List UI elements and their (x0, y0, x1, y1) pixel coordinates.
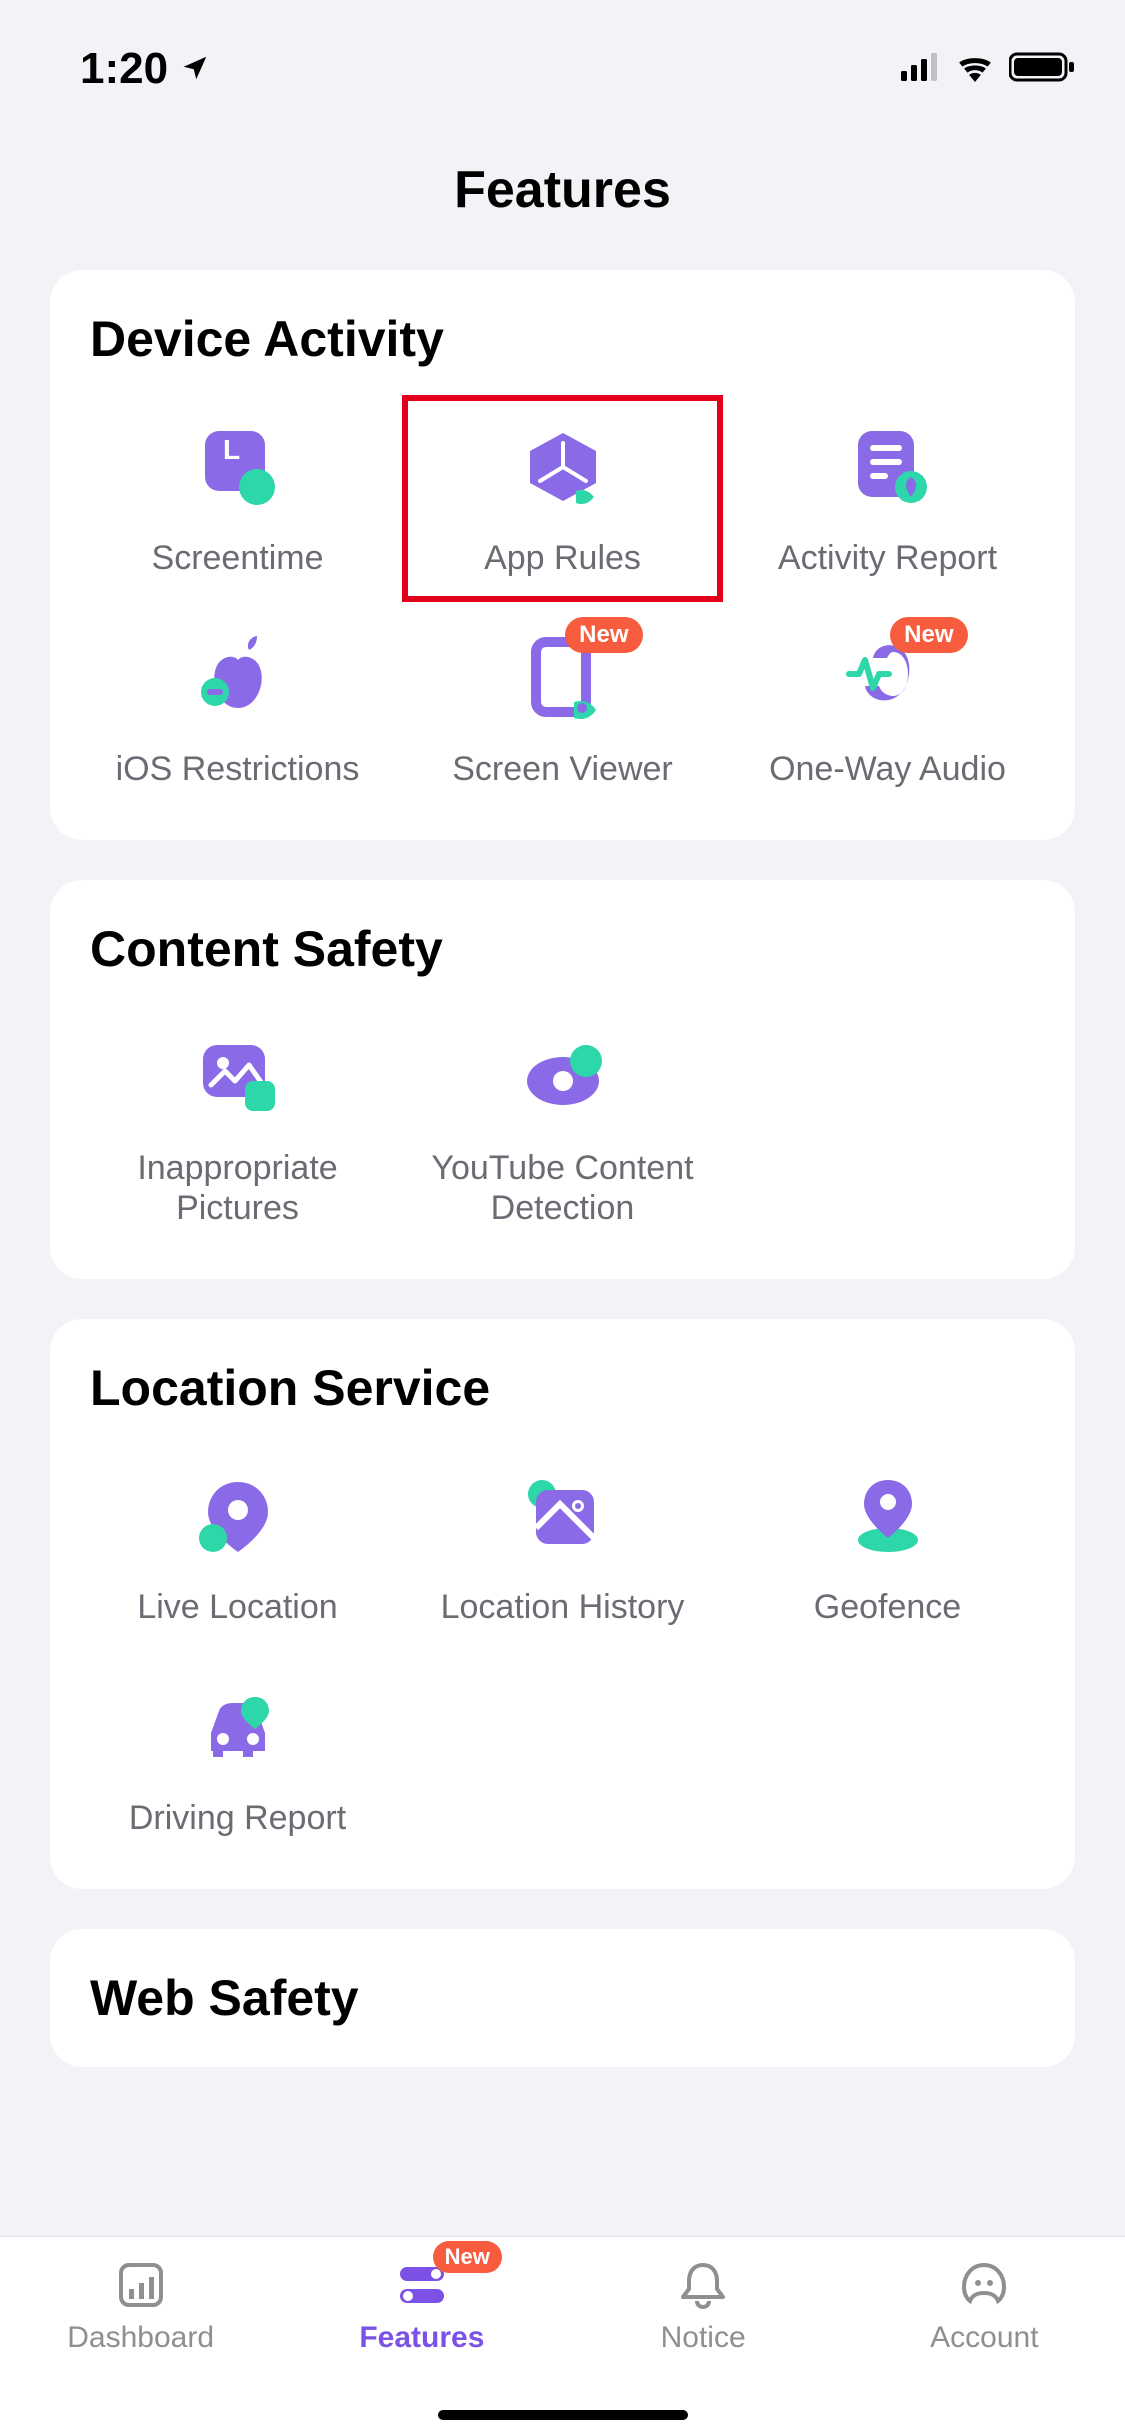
section-location-service: Location Service Live Location Location … (50, 1319, 1075, 1889)
feature-driving-report[interactable]: Driving Report (80, 1658, 395, 1859)
geofence-icon (838, 1467, 938, 1567)
feature-location-history[interactable]: Location History (405, 1447, 720, 1648)
feature-label: Location History (441, 1587, 685, 1628)
inappropriate-pictures-icon (188, 1028, 288, 1128)
tab-account[interactable]: Account (884, 2257, 1084, 2355)
new-badge: New (890, 617, 967, 653)
status-time-wrap: 1:20 (80, 44, 210, 94)
feature-inappropriate-pictures[interactable]: Inappropriate Pictures (80, 1008, 395, 1250)
cellular-signal-icon (901, 53, 941, 86)
location-arrow-icon (180, 44, 210, 94)
content-safety-grid: Inappropriate Pictures YouTube Content D… (80, 1008, 1045, 1250)
feature-label: Driving Report (129, 1798, 346, 1839)
driving-report-icon (188, 1678, 288, 1778)
feature-one-way-audio[interactable]: New One-Way Audio (730, 609, 1045, 810)
one-way-audio-icon: New (838, 629, 938, 729)
section-title-content-safety: Content Safety (90, 920, 1045, 978)
app-rules-icon (513, 418, 613, 518)
home-indicator[interactable] (438, 2410, 688, 2420)
section-title-device-activity: Device Activity (90, 310, 1045, 368)
feature-screen-viewer[interactable]: New Screen Viewer (405, 609, 720, 810)
feature-label: iOS Restrictions (116, 749, 360, 790)
youtube-detection-icon (513, 1028, 613, 1128)
section-web-safety: Web Safety (50, 1929, 1075, 2067)
tab-dashboard[interactable]: Dashboard (41, 2257, 241, 2355)
svg-text:L: L (223, 434, 240, 465)
feature-label: Screentime (152, 538, 324, 579)
device-activity-grid: L Screentime App Rules Activity Report i… (80, 398, 1045, 810)
tab-label: Account (930, 2321, 1038, 2355)
feature-live-location[interactable]: Live Location (80, 1447, 395, 1648)
new-badge: New (433, 2241, 502, 2273)
feature-app-rules[interactable]: App Rules (405, 398, 720, 599)
section-content-safety: Content Safety Inappropriate Pictures Yo… (50, 880, 1075, 1280)
section-device-activity: Device Activity L Screentime App Rules A… (50, 270, 1075, 840)
page-title: Features (0, 160, 1125, 220)
tab-features[interactable]: New Features (322, 2257, 522, 2355)
screen-viewer-icon: New (513, 629, 613, 729)
status-time: 1:20 (80, 44, 168, 94)
status-right (901, 51, 1075, 88)
tab-label: Dashboard (67, 2321, 214, 2355)
feature-activity-report[interactable]: Activity Report (730, 398, 1045, 599)
tab-label: Features (359, 2321, 484, 2355)
feature-label: Activity Report (778, 538, 997, 579)
status-bar: 1:20 (0, 0, 1125, 100)
location-service-grid: Live Location Location History Geofence … (80, 1447, 1045, 1859)
location-history-icon (513, 1467, 613, 1567)
feature-label: YouTube Content Detection (423, 1148, 703, 1230)
feature-label: Screen Viewer (452, 749, 673, 790)
live-location-icon (188, 1467, 288, 1567)
section-title-location-service: Location Service (90, 1359, 1045, 1417)
feature-label: One-Way Audio (769, 749, 1006, 790)
activity-report-icon (838, 418, 938, 518)
new-badge: New (565, 617, 642, 653)
feature-ios-restrictions[interactable]: iOS Restrictions (80, 609, 395, 810)
dashboard-icon (113, 2257, 169, 2313)
notice-icon (675, 2257, 731, 2313)
feature-screentime[interactable]: L Screentime (80, 398, 395, 599)
feature-geofence[interactable]: Geofence (730, 1447, 1045, 1648)
wifi-icon (955, 52, 995, 87)
feature-label: App Rules (484, 538, 641, 579)
screentime-icon: L (188, 418, 288, 518)
feature-label: Inappropriate Pictures (98, 1148, 378, 1230)
account-icon (956, 2257, 1012, 2313)
ios-restrictions-icon (188, 629, 288, 729)
feature-youtube-detection[interactable]: YouTube Content Detection (405, 1008, 720, 1250)
feature-label: Geofence (814, 1587, 961, 1628)
tabbar: Dashboard New Features Notice Account (0, 2236, 1125, 2436)
battery-icon (1009, 51, 1075, 88)
section-title-web-safety: Web Safety (90, 1969, 1045, 2027)
feature-label: Live Location (137, 1587, 337, 1628)
tab-label: Notice (661, 2321, 746, 2355)
tab-notice[interactable]: Notice (603, 2257, 803, 2355)
